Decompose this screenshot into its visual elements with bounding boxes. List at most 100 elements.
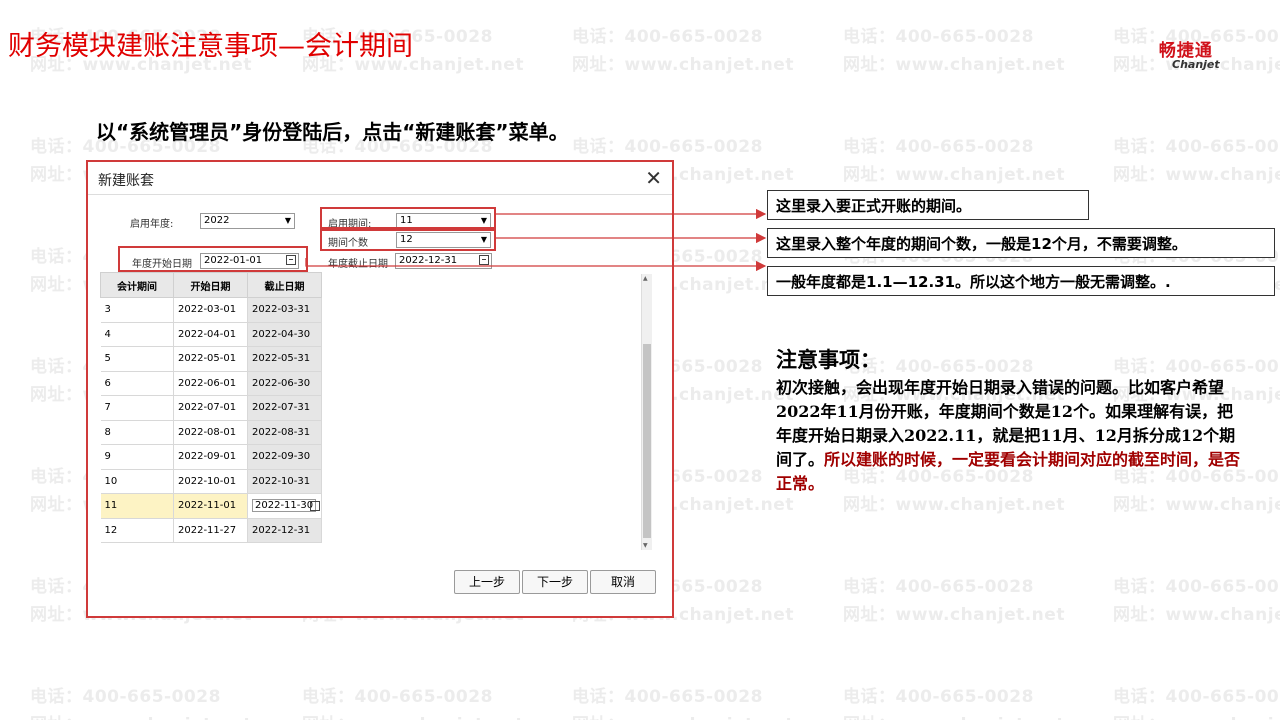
table-row[interactable]: 12 2022-11-27 2022-12-31: [100, 518, 322, 543]
period-cell: 3: [100, 297, 174, 323]
watermark-site: 网址：www.chanjet.net: [843, 165, 1065, 185]
start-date-cell: 2022-03-01: [173, 297, 248, 323]
end-date-cell[interactable]: 2022-12-31: [247, 518, 322, 543]
watermark-phone: 电话：400-665-0028: [843, 27, 1034, 47]
calendar-icon[interactable]: [310, 501, 320, 511]
year-end-date-input[interactable]: 2022-12-31: [395, 253, 492, 269]
period-cell: 5: [100, 346, 174, 372]
table-header-row: 会计期间 开始日期 截止日期: [100, 272, 322, 298]
callout-start-period: 这里录入要正式开账的期间。: [767, 190, 1089, 220]
end-date-editor[interactable]: 2022-11-30: [252, 499, 317, 513]
watermark-phone: 电话：400-665-0028: [843, 577, 1034, 597]
start-date-cell: 2022-04-01: [173, 322, 248, 347]
end-date-cell[interactable]: 2022-05-31: [247, 346, 322, 372]
slide-title: 财务模块建账注意事项—会计期间: [8, 31, 413, 62]
period-count-highlight: [320, 229, 496, 251]
table-row[interactable]: 4 2022-04-01 2022-04-30: [100, 322, 322, 347]
period-table: 会计期间 开始日期 截止日期 3 2022-03-01 2022-03-31 4 202…: [100, 272, 322, 543]
watermark-phone: 电话：400-665-0028: [1113, 137, 1280, 157]
watermark-site: 网址：www.chanjet.net: [302, 710, 524, 720]
period-cell: 8: [100, 420, 174, 445]
table-row[interactable]: 3 2022-03-01 2022-03-31: [100, 297, 322, 323]
column-header: 会计期间: [100, 272, 174, 298]
start-date-cell: 2022-07-01: [173, 395, 248, 421]
callout-period-count: 这里录入整个年度的期间个数，一般是12个月，不需要调整。: [767, 228, 1275, 258]
logo-en: Chanjet: [1172, 58, 1220, 71]
period-cell: 10: [100, 469, 174, 494]
start-date-cell: 2022-08-01: [173, 420, 248, 445]
start-date-cell: 2022-11-27: [173, 518, 248, 543]
watermark-site: 网址：www.chanjet.net: [1113, 165, 1280, 185]
table-row[interactable]: 10 2022-10-01 2022-10-31: [100, 469, 322, 494]
next-step-button[interactable]: 下一步: [522, 570, 588, 594]
year-start-highlight: [118, 246, 308, 272]
instruction-text: 以“系统管理员”身份登陆后，点击“新建账套”菜单。: [96, 120, 569, 144]
close-icon[interactable]: ✕: [645, 166, 662, 190]
scrollbar-thumb[interactable]: [643, 344, 651, 538]
period-cell: 7: [100, 395, 174, 421]
watermark-phone: 电话：400-665-0028: [302, 687, 493, 707]
table-row[interactable]: 9 2022-09-01 2022-09-30: [100, 444, 322, 470]
watermark-site: 网址：www.chanjet.net: [572, 710, 794, 720]
column-header: 开始日期: [173, 272, 248, 298]
end-date-cell[interactable]: 2022-06-30: [247, 371, 322, 396]
watermark-site: 网址：www.chanjet.net: [30, 710, 252, 720]
period-cell: 6: [100, 371, 174, 396]
dialog-title: 新建账套: [98, 173, 154, 189]
cancel-button[interactable]: 取消: [590, 570, 656, 594]
watermark-site: 网址：www.chanjet.net: [843, 605, 1065, 625]
calendar-icon[interactable]: [479, 255, 489, 265]
table-row[interactable]: 8 2022-08-01 2022-08-31: [100, 420, 322, 445]
new-account-dialog: 新建账套 ✕ 启用年度: 2022 ▼ 启用期间: 11 ▼ 期间个数 12 ▼…: [86, 160, 674, 618]
scroll-up-icon[interactable]: ▲: [643, 275, 648, 282]
period-cell: 12: [100, 518, 174, 543]
period-cell: 9: [100, 444, 174, 470]
table-row[interactable]: 7 2022-07-01 2022-07-31: [100, 395, 322, 421]
watermark-phone: 电话：400-665-0028: [1113, 577, 1280, 597]
table-scrollbar[interactable]: ▲ ▼: [641, 274, 652, 550]
start-year-value: 2022: [204, 215, 230, 226]
watermark-phone: 电话：400-665-0028: [1113, 357, 1280, 377]
period-cell: 4: [100, 322, 174, 347]
watermark-site: 网址：www.chanjet.net: [572, 55, 794, 75]
start-period-highlight: [320, 207, 496, 229]
scroll-down-icon[interactable]: ▼: [643, 542, 648, 549]
prev-step-button[interactable]: 上一步: [454, 570, 520, 594]
watermark-site: 网址：www.chanjet.net: [843, 55, 1065, 75]
watermark-phone: 电话：400-665-0028: [1113, 687, 1280, 707]
notes-title: 注意事项：: [776, 348, 881, 372]
table-row[interactable]: 11 2022-11-01 2022-11-30: [100, 493, 322, 519]
table-row[interactable]: 5 2022-05-01 2022-05-31: [100, 346, 322, 372]
end-date-cell[interactable]: 2022-11-30: [247, 493, 322, 519]
watermark-site: 网址：www.chanjet.net: [843, 710, 1065, 720]
period-table-body: 3 2022-03-01 2022-03-31 4 2022-04-01 2022-04-…: [100, 297, 322, 543]
table-row[interactable]: 6 2022-06-01 2022-06-30: [100, 371, 322, 396]
start-year-select[interactable]: 2022 ▼: [200, 213, 295, 229]
watermark-phone: 电话：400-665-0028: [572, 137, 763, 157]
period-cell: 11: [100, 493, 174, 519]
start-date-cell: 2022-10-01: [173, 469, 248, 494]
end-date-cell[interactable]: 2022-07-31: [247, 395, 322, 421]
callout-year-dates: 一般年度都是1.1—12.31。所以这个地方一般无需调整。.: [767, 266, 1275, 296]
end-date-cell[interactable]: 2022-04-30: [247, 322, 322, 347]
chevron-down-icon: ▼: [284, 216, 291, 225]
notes-warning-text: 所以建账的时候，一定要看会计期间对应的截至时间，是否正常。: [776, 450, 1241, 493]
chanjet-logo: 畅捷通 Chanjet: [1152, 36, 1220, 71]
start-date-cell: 2022-11-01: [173, 493, 248, 519]
start-date-cell: 2022-06-01: [173, 371, 248, 396]
end-date-cell[interactable]: 2022-08-31: [247, 420, 322, 445]
year-end-label: 年度截止日期: [328, 259, 388, 270]
notes-body: 初次接触，会出现年度开始日期录入错误的问题。比如客户希望2022年11月份开账，…: [776, 376, 1246, 496]
column-header: 截止日期: [247, 272, 322, 298]
watermark-phone: 电话：400-665-0028: [572, 687, 763, 707]
watermark-phone: 电话：400-665-0028: [572, 27, 763, 47]
watermark-site: 网址：www.chanjet.net: [1113, 605, 1280, 625]
watermark-site: 网址：www.chanjet.net: [1113, 710, 1280, 720]
end-date-cell[interactable]: 2022-09-30: [247, 444, 322, 470]
start-date-cell: 2022-09-01: [173, 444, 248, 470]
end-date-cell[interactable]: 2022-10-31: [247, 469, 322, 494]
end-date-cell[interactable]: 2022-03-31: [247, 297, 322, 323]
watermark-phone: 电话：400-665-0028: [843, 687, 1034, 707]
start-year-label: 启用年度:: [130, 219, 174, 230]
watermark-phone: 电话：400-665-0028: [30, 687, 221, 707]
